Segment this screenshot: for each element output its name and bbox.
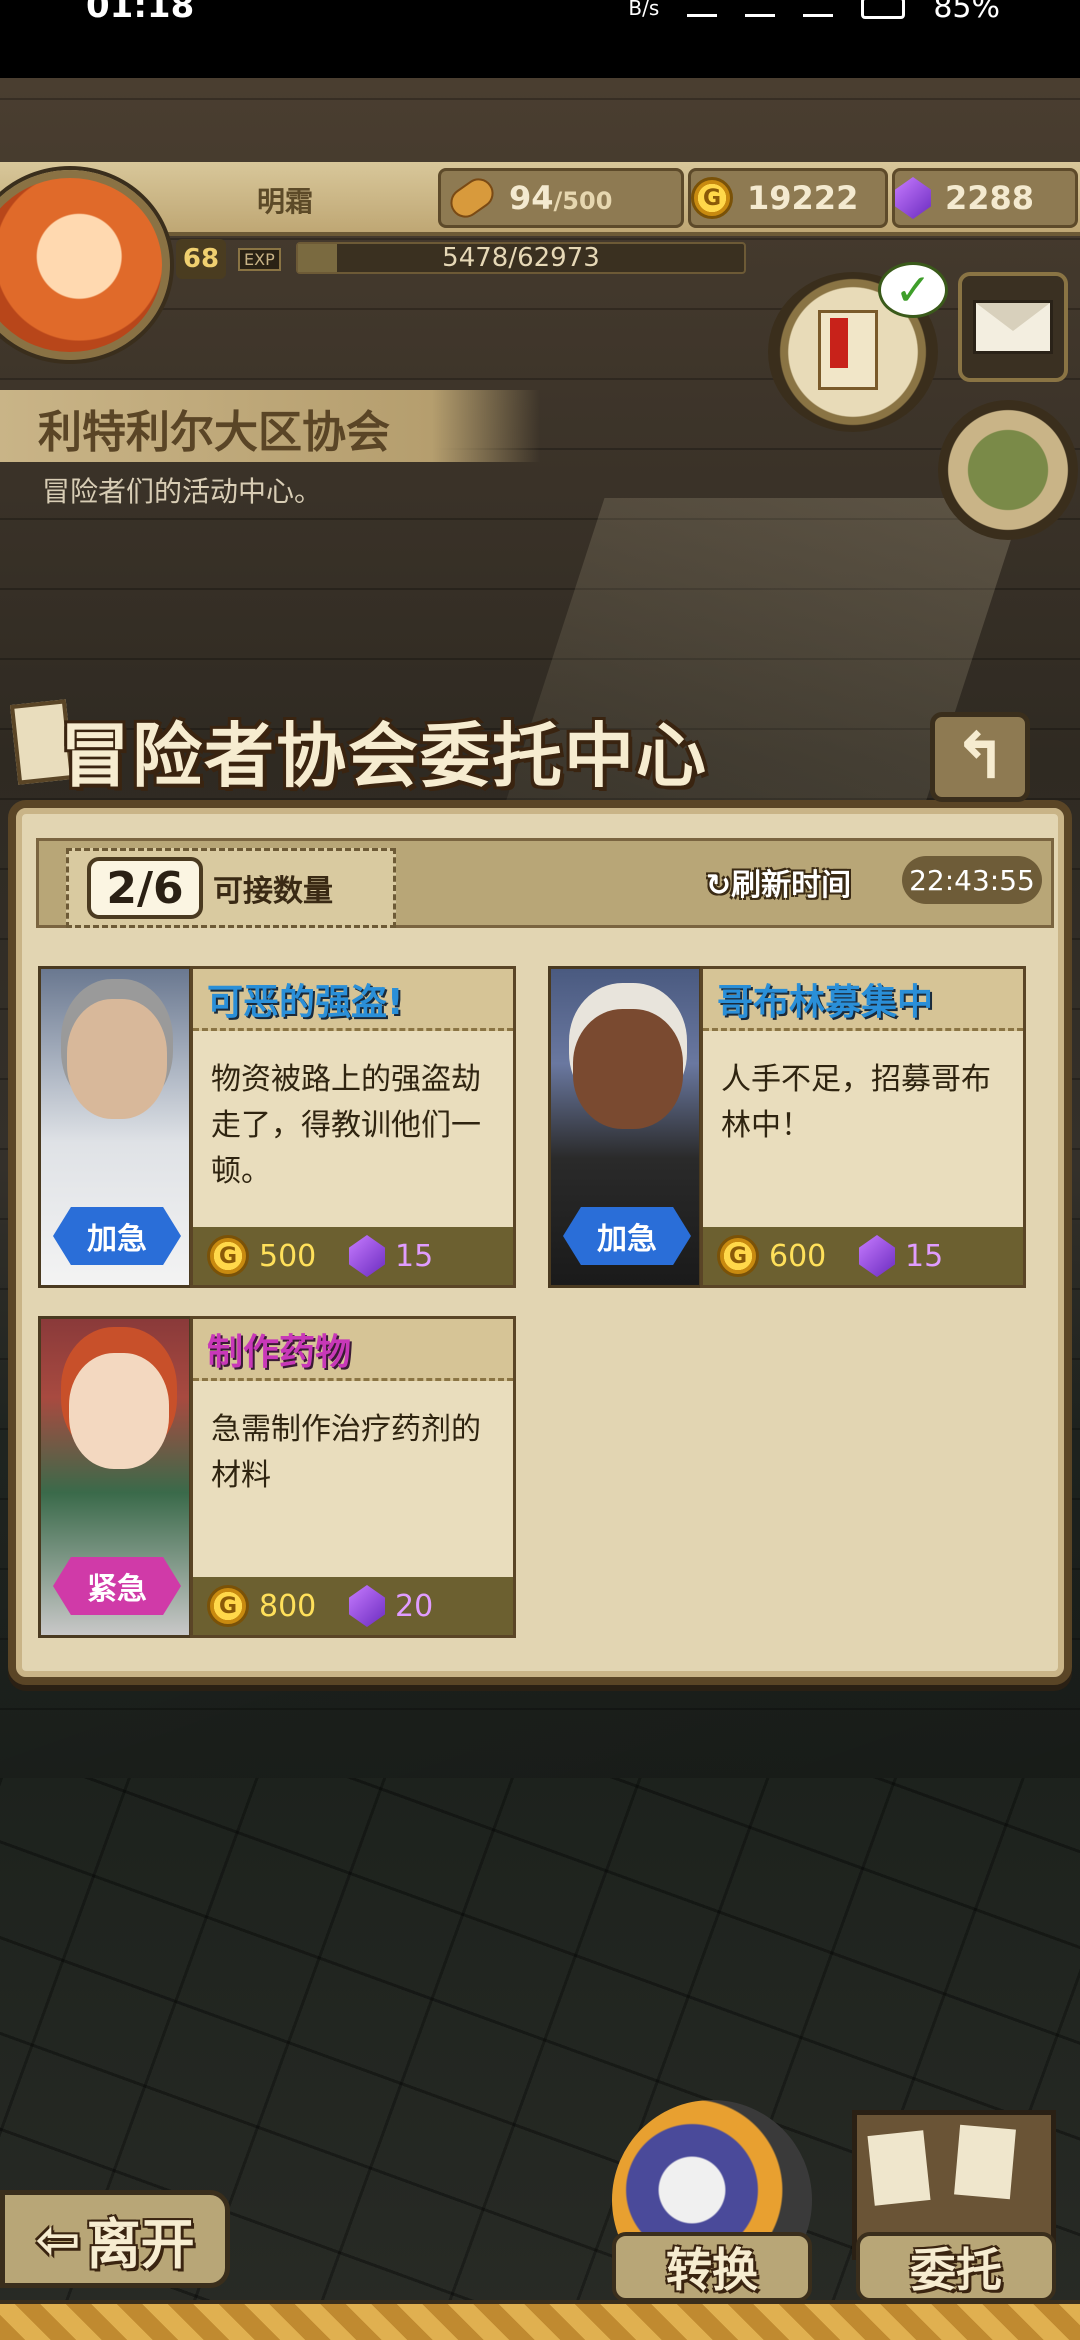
- quest-card[interactable]: 紧急 制作药物 急需制作治疗药剂的材料 G 800 20: [38, 1316, 516, 1638]
- commission-button[interactable]: 委托: [856, 2232, 1056, 2302]
- gold-coin-icon: G: [207, 1585, 249, 1627]
- battery-level: 85%: [933, 0, 1000, 25]
- quest-description: 物资被路上的强盗劫走了，得教训他们一顿。: [211, 1062, 481, 1189]
- emergency-badge: 紧急: [53, 1557, 181, 1615]
- reward-gold: 800: [259, 1588, 317, 1624]
- gold-coin-icon: G: [717, 1235, 759, 1277]
- reward-gems: 15: [905, 1238, 944, 1274]
- leave-button[interactable]: ⇦ 离开: [0, 2190, 230, 2288]
- quest-body: 可恶的强盗! 物资被路上的强盗劫走了，得教训他们一顿。 G 500 15: [190, 966, 516, 1288]
- signal-icon: [745, 0, 776, 17]
- note-icon: [954, 2124, 1016, 2200]
- quest-title: 制作药物: [193, 1319, 513, 1381]
- exp-tag: EXP: [238, 247, 281, 271]
- note-icon: [867, 2130, 931, 2206]
- wifi-icon: [687, 0, 718, 17]
- location-description: 冒险者们的活动中心。: [42, 475, 323, 508]
- status-bar: 01:18 B/s 85%: [0, 0, 1080, 78]
- quest-reward: G 500 15: [193, 1227, 513, 1285]
- reward-gems: 20: [395, 1588, 434, 1624]
- location-title: 利特利尔大区协会: [38, 407, 390, 458]
- accept-count-box: 2/6 可接数量: [66, 848, 396, 928]
- quest-description: 急需制作治疗药剂的材料: [211, 1412, 481, 1493]
- exp-text: 5478/62973: [442, 243, 600, 273]
- quest-portrait: 紧急: [38, 1316, 192, 1638]
- quest-body: 制作药物 急需制作治疗药剂的材料 G 800 20: [190, 1316, 516, 1638]
- quest-card[interactable]: 加急 可恶的强盗! 物资被路上的强盗劫走了，得教训他们一顿。 G 500 15: [38, 966, 516, 1288]
- signal-icon-2: [803, 0, 834, 17]
- refresh-label[interactable]: ↻刷新时间: [706, 860, 851, 904]
- accept-count: 2/6: [87, 857, 203, 919]
- scroll-icon: [818, 310, 878, 390]
- quest-title: 可恶的强盗!: [193, 969, 513, 1031]
- stamina-value: 94: [509, 179, 554, 217]
- flag-icon: [830, 318, 848, 368]
- gold-coin-icon: G: [207, 1235, 249, 1277]
- purple-gem-icon: [349, 1235, 385, 1277]
- gold-coin-icon: G: [691, 177, 733, 219]
- arrow-left-icon: ⇦: [35, 2207, 81, 2271]
- back-arrow-icon: ↰: [953, 720, 1007, 794]
- quest-portrait: 加急: [38, 966, 192, 1288]
- convert-button[interactable]: 转换: [612, 2232, 812, 2302]
- check-icon: ✓: [878, 262, 948, 318]
- bread-icon: [444, 172, 500, 224]
- accept-count-label: 可接数量: [213, 874, 333, 909]
- stamina-counter[interactable]: 94/500: [438, 168, 684, 228]
- quest-card[interactable]: 加急 哥布林募集中 人手不足，招募哥布林中！ G 600 15: [548, 966, 1026, 1288]
- refresh-text: 刷新时间: [731, 868, 852, 903]
- commission-panel: 2/6 可接数量 ↻刷新时间 22:43:55 加急 可恶的强盗! 物资被路上的…: [8, 800, 1072, 1685]
- reward-gold: 500: [259, 1238, 317, 1274]
- urgent-badge: 加急: [53, 1207, 181, 1265]
- quest-reward: G 800 20: [193, 1577, 513, 1635]
- panel-title: 冒险者协会委托中心: [60, 715, 708, 797]
- purple-gem-icon: [859, 1235, 895, 1277]
- quest-portrait: 加急: [548, 966, 702, 1288]
- purple-gem-icon: [895, 177, 931, 219]
- player-level: 68: [176, 239, 226, 279]
- gold-counter[interactable]: G 19222: [688, 168, 888, 228]
- quest-description: 人手不足，招募哥布林中！: [721, 1062, 991, 1143]
- net-speed: B/s: [628, 0, 660, 20]
- gold-value: 19222: [747, 179, 859, 217]
- gem-counter[interactable]: 2288: [892, 168, 1078, 228]
- bottom-strip: [0, 2300, 1080, 2340]
- reward-gold: 600: [769, 1238, 827, 1274]
- urgent-badge: 加急: [563, 1207, 691, 1265]
- battery-icon: [861, 0, 906, 19]
- gem-value: 2288: [945, 179, 1035, 217]
- quest-body: 哥布林募集中 人手不足，招募哥布林中！ G 600 15: [700, 966, 1026, 1288]
- purple-gem-icon: [349, 1585, 385, 1627]
- status-time: 01:18: [86, 0, 195, 26]
- mail-button[interactable]: [958, 272, 1068, 382]
- location-banner: 利特利尔大区协会: [0, 390, 540, 462]
- quest-title: 哥布林募集中: [703, 969, 1023, 1031]
- reward-gems: 15: [395, 1238, 434, 1274]
- envelope-icon: [973, 300, 1053, 354]
- exp-row: 68 EXP 5478/62973: [176, 236, 756, 282]
- exp-bar: 5478/62973: [296, 242, 746, 274]
- player-name: 明霜: [256, 185, 313, 218]
- refresh-countdown: 22:43:55: [902, 856, 1042, 904]
- leave-label: 离开: [86, 2212, 195, 2276]
- refresh-icon: ↻: [706, 868, 732, 903]
- backpack-button[interactable]: [938, 400, 1078, 540]
- back-button[interactable]: ↰: [930, 712, 1030, 802]
- quest-reward: G 600 15: [703, 1227, 1023, 1285]
- status-right: B/s 85%: [628, 0, 1000, 25]
- stamina-max: /500: [553, 187, 613, 215]
